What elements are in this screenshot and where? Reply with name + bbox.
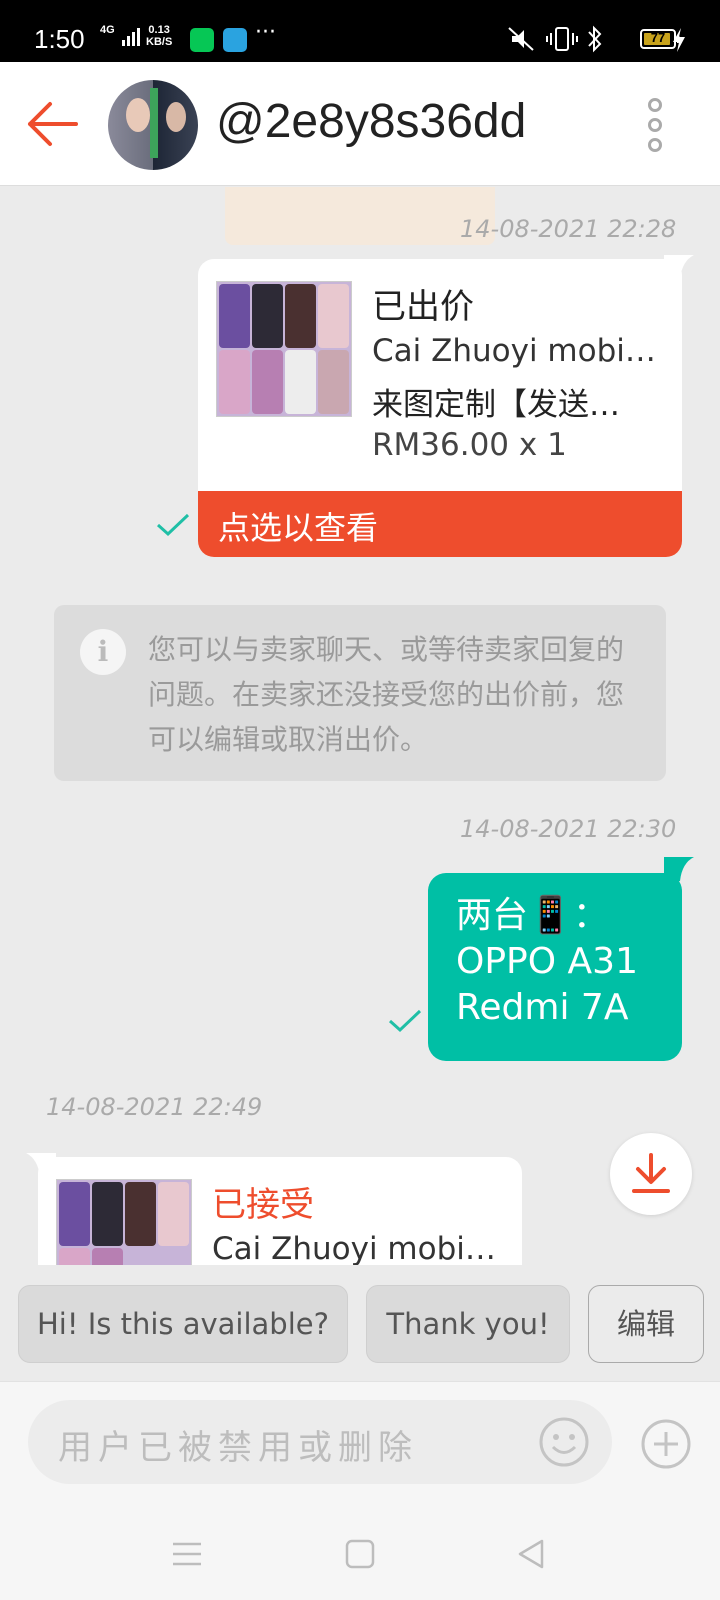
home-icon[interactable] [343,1537,377,1571]
message-line: 两台📱： [456,895,609,936]
offer-status: 已接受 [212,1185,314,1225]
chat-area[interactable]: 14-08-2021 22:28 已出价 Cai Zhuoyi mobile… … [0,187,720,1265]
check-icon [156,513,190,537]
emoji-icon[interactable] [538,1416,590,1468]
timestamp: 14-08-2021 22:49 [46,1093,263,1121]
signal-icon [122,28,140,46]
message-line: Redmi 7A [456,987,629,1028]
menu-icon[interactable] [170,1537,204,1571]
speed-unit: KB/S [146,36,173,48]
notice-text: 您可以与卖家聊天、或等待卖家回复的问题。在卖家还没接受您的出价前，您可以编辑或取… [148,633,625,756]
check-icon [388,1009,422,1033]
message-bubble-sent[interactable]: 两台📱： OPPO A31 Redmi 7A [428,873,682,1061]
scroll-to-bottom-button[interactable] [610,1133,692,1215]
back-icon[interactable] [514,1537,548,1571]
message-input-bar: 用户已被禁用或删除 [0,1381,720,1501]
message-input[interactable]: 用户已被禁用或删除 [28,1400,612,1484]
bubble-tail [664,255,694,279]
line-app-icon [190,28,214,52]
edit-quick-replies-button[interactable]: 编辑 [588,1285,704,1363]
offer-card-received[interactable]: 已接受 Cai Zhuoyi mobile… [38,1157,522,1265]
message-line: OPPO A31 [456,941,638,982]
bluetooth-icon [588,25,602,53]
quick-replies: Hi! Is this available? Thank you! 编辑 [0,1265,720,1363]
quick-reply-chip[interactable]: Thank you! [366,1285,570,1363]
product-thumbnail [216,281,352,417]
telegram-app-icon [223,28,247,52]
more-notifications-icon: ··· [255,20,276,45]
offer-notice: i 您可以与卖家聊天、或等待卖家回复的问题。在卖家还没接受您的出价前，您可以编辑… [54,605,666,781]
system-nav-bar [0,1501,720,1600]
status-bar: 1:50 4G 0.13 KB/S ··· 77 [0,0,720,62]
bubble-tail [664,857,694,881]
charging-icon [673,28,685,52]
timestamp: 14-08-2021 22:30 [460,815,677,843]
offer-price: RM36.00 x 1 [372,427,567,463]
status-time: 1:50 [34,24,85,54]
previous-message-partial [225,187,495,245]
quick-reply-chip[interactable]: Hi! Is this available? [18,1285,348,1363]
timestamp: 14-08-2021 22:28 [460,215,677,243]
info-icon: i [80,629,126,675]
offer-card-sent[interactable]: 已出价 Cai Zhuoyi mobile… 来图定制【发送… RM36.00 … [198,259,682,557]
network-speed: 0.13 KB/S [146,24,172,48]
offer-product-variation: 来图定制【发送… [372,387,620,423]
network-type: 4G [100,24,115,36]
plus-icon[interactable] [640,1418,692,1470]
vibrate-icon [546,27,578,51]
more-vertical-icon[interactable] [648,98,664,152]
offer-product-name: Cai Zhuoyi mobile… [372,333,662,369]
avatar[interactable] [108,80,198,170]
product-thumbnail [56,1179,192,1265]
battery-icon: 77 [640,29,680,49]
view-offer-button[interactable]: 点选以查看 [198,491,682,557]
back-arrow-icon[interactable] [24,98,80,150]
chat-header: @2e8y8s36dd [0,62,720,186]
download-icon [632,1153,670,1193]
chat-username[interactable]: @2e8y8s36dd [216,94,526,149]
speed-value: 0.13 [148,24,170,36]
battery-level: 77 [650,30,666,45]
mute-icon [508,27,534,51]
offer-product-name: Cai Zhuoyi mobile… [212,1231,502,1265]
offer-status: 已出价 [372,287,474,327]
input-placeholder: 用户已被禁用或删除 [58,1428,418,1468]
